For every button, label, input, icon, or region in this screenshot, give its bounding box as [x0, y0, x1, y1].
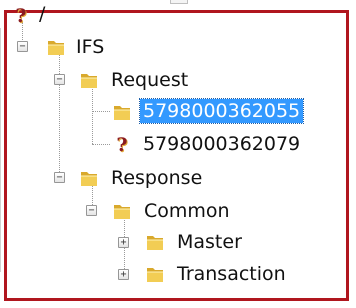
master-label[interactable]: Master	[174, 230, 245, 254]
request-item-label[interactable]: 5798000362079	[140, 132, 303, 156]
master-expand-toggle[interactable]: +	[118, 237, 129, 248]
transaction-expand-toggle[interactable]: +	[118, 269, 129, 280]
response-collapse-toggle[interactable]: −	[54, 172, 65, 183]
transaction-label[interactable]: Transaction	[174, 262, 289, 286]
folder-icon	[145, 232, 165, 252]
common-label[interactable]: Common	[141, 199, 233, 223]
left-edge-line	[0, 28, 1, 272]
tree-line-request	[92, 87, 93, 144]
request-item-label-selected[interactable]: 5798000362055	[138, 98, 305, 124]
tree-hline-request-item-2	[92, 144, 110, 145]
top-scroll-thumb	[170, 0, 188, 4]
request-expander-glyph: −	[56, 74, 63, 85]
ifs-collapse-toggle[interactable]: −	[17, 41, 28, 52]
folder-icon	[112, 102, 132, 122]
folder-icon	[79, 70, 99, 90]
common-expander-glyph: −	[88, 205, 95, 216]
folder-icon	[145, 264, 165, 284]
ifs-expander-glyph: −	[19, 41, 26, 52]
request-label[interactable]: Request	[108, 68, 191, 92]
root-unknown-icon: ?	[15, 5, 27, 27]
transaction-expander-glyph: +	[120, 269, 127, 280]
tree-line-ifs	[59, 53, 60, 178]
common-collapse-toggle[interactable]: −	[86, 205, 97, 216]
unknown-file-icon: ?	[116, 134, 128, 156]
ifs-label[interactable]: IFS	[73, 35, 107, 59]
folder-icon	[112, 201, 132, 221]
request-collapse-toggle[interactable]: −	[54, 74, 65, 85]
tree-hline-request-item-1	[92, 111, 110, 112]
folder-icon	[79, 168, 99, 188]
response-expander-glyph: −	[56, 172, 63, 183]
response-label[interactable]: Response	[108, 166, 205, 190]
root-label[interactable]: /	[36, 2, 48, 26]
folder-icon	[46, 37, 66, 57]
master-expander-glyph: +	[120, 237, 127, 248]
